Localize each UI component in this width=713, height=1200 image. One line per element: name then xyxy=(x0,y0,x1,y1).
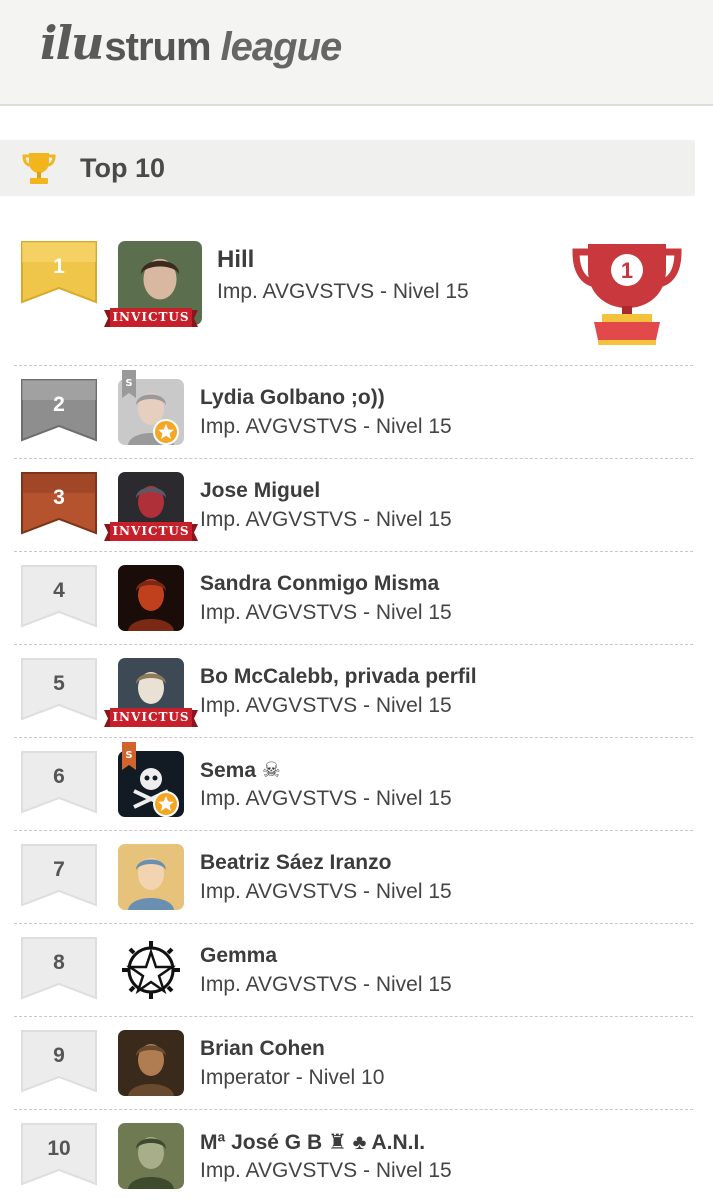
svg-text:1: 1 xyxy=(621,258,633,283)
position-number: 6 xyxy=(53,765,65,788)
position-ribbon: 3 xyxy=(20,471,98,537)
player-rank: Imp. AVGVSTVS - Nivel 15 xyxy=(200,880,452,903)
player-rank: Imp. AVGVSTVS - Nivel 15 xyxy=(200,1159,452,1182)
list-item[interactable]: 7 Beatriz Sáez Iranzo Imp. AVGVSTVS - Niv… xyxy=(14,831,693,924)
position-ribbon: 2 xyxy=(20,378,98,444)
position-number: 10 xyxy=(47,1137,71,1160)
star-badge-icon xyxy=(153,419,179,445)
ilustrum-league-logo[interactable]: ilu strum league xyxy=(40,6,343,70)
player-avatar[interactable] xyxy=(118,844,184,910)
player-rank: Imp. AVGVSTVS - Nivel 15 xyxy=(200,973,452,996)
player-name[interactable]: Sandra Conmigo Misma xyxy=(200,572,439,596)
section-title: Top 10 xyxy=(80,152,166,183)
list-item[interactable]: 2 S Lydia Golbano ;o)) Imp. AVGVSTVS - Ni… xyxy=(14,366,693,459)
player-avatar[interactable] xyxy=(118,1030,184,1096)
position-number: 9 xyxy=(53,1044,65,1067)
position-number: 2 xyxy=(53,393,65,416)
svg-text:S: S xyxy=(125,750,132,761)
invictus-badge: INVICTUS xyxy=(104,307,198,329)
s-tag-icon: S xyxy=(122,742,136,770)
player-name[interactable]: Jose Miguel xyxy=(200,479,320,503)
player-rank: Imp. AVGVSTVS - Nivel 15 xyxy=(200,508,452,531)
player-name[interactable]: Bo McCalebb, privada perfil xyxy=(200,665,477,689)
invictus-badge-label: INVICTUS xyxy=(112,710,190,724)
player-rank: Imp. AVGVSTVS - Nivel 15 xyxy=(200,787,452,810)
position-number: 1 xyxy=(53,255,65,278)
trophy-icon xyxy=(22,153,56,184)
player-avatar[interactable] xyxy=(118,565,184,631)
first-place-trophy-icon: 1 xyxy=(572,244,682,345)
invictus-badge-label: INVICTUS xyxy=(112,524,190,538)
player-name[interactable]: Beatriz Sáez Iranzo xyxy=(200,851,391,875)
player-rank: Imp. AVGVSTVS - Nivel 15 xyxy=(200,415,452,438)
player-name[interactable]: Gemma xyxy=(200,944,277,968)
list-item[interactable]: 3 INVICTUS Jose Miguel Imp. AVGVSTVS - Ni… xyxy=(14,459,693,552)
star-badge-icon xyxy=(153,791,179,817)
player-name[interactable]: Hill xyxy=(217,246,254,274)
position-ribbon: 5 xyxy=(20,657,98,723)
list-item[interactable]: 10 Mª José G B ♜ ♣ A.N.I. Imp. AVGVSTVS -… xyxy=(14,1110,693,1200)
invictus-badge: INVICTUS xyxy=(104,521,198,543)
position-ribbon: 1 xyxy=(20,240,98,306)
position-ribbon: 8 xyxy=(20,936,98,1002)
logo-mark: ilu xyxy=(40,16,104,70)
list-item[interactable]: 9 Brian Cohen Imperator - Nivel 10 xyxy=(14,1017,693,1110)
logo-word-strum: strum xyxy=(104,25,211,69)
list-item[interactable]: 8 Gemma Imp. AVGVSTVS - Nivel 15 xyxy=(14,924,693,1017)
position-number: 7 xyxy=(53,858,65,881)
player-name[interactable]: Brian Cohen xyxy=(200,1037,325,1061)
position-number: 8 xyxy=(53,951,65,974)
position-number: 5 xyxy=(53,672,65,695)
player-rank: Imp. AVGVSTVS - Nivel 15 xyxy=(200,601,452,624)
position-ribbon: 6 xyxy=(20,750,98,816)
logo-word-league: league xyxy=(220,25,343,69)
player-avatar[interactable] xyxy=(118,1123,184,1189)
position-number: 3 xyxy=(53,486,65,509)
position-ribbon: 4 xyxy=(20,564,98,630)
player-name[interactable]: Lydia Golbano ;o)) xyxy=(200,386,385,410)
ranking-list: 1 INVICTUS Hill Imp. AVGVSTVS - Nivel 15 … xyxy=(0,230,713,1200)
player-rank: Imperator - Nivel 10 xyxy=(200,1066,385,1089)
player-name[interactable]: Mª José G B ♜ ♣ A.N.I. xyxy=(200,1130,425,1155)
list-item[interactable]: 6 S Sema ☠ Imp. AVGVSTVS - Nivel 15 xyxy=(14,738,693,831)
list-item[interactable]: 5 INVICTUS Bo McCalebb, privada perfil Im… xyxy=(14,645,693,738)
player-rank: Imp. AVGVSTVS - Nivel 15 xyxy=(217,280,469,303)
position-ribbon: 10 xyxy=(20,1122,98,1188)
position-ribbon: 9 xyxy=(20,1029,98,1095)
player-rank: Imp. AVGVSTVS - Nivel 15 xyxy=(200,694,452,717)
list-item[interactable]: 1 INVICTUS Hill Imp. AVGVSTVS - Nivel 15 … xyxy=(14,230,693,366)
invictus-badge-label: INVICTUS xyxy=(112,310,190,324)
invictus-badge: INVICTUS xyxy=(104,707,198,729)
position-ribbon: 7 xyxy=(20,843,98,909)
player-avatar[interactable] xyxy=(118,937,184,1003)
app-header: ilu strum league xyxy=(0,0,713,106)
top10-section-header: Top 10 xyxy=(0,140,695,196)
list-item[interactable]: 4 Sandra Conmigo Misma Imp. AVGVSTVS - Ni… xyxy=(14,552,693,645)
player-name[interactable]: Sema ☠ xyxy=(200,758,281,783)
position-number: 4 xyxy=(53,579,65,602)
s-tag-icon: S xyxy=(122,370,136,398)
svg-text:S: S xyxy=(125,378,132,389)
